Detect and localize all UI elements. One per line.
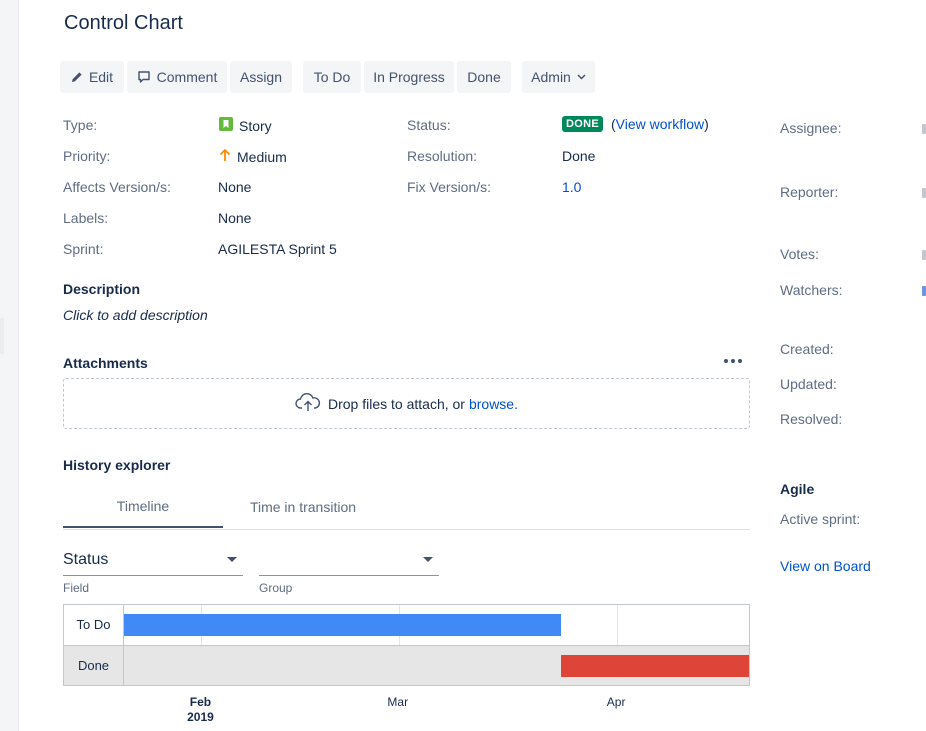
reporter-value-fragment bbox=[922, 188, 926, 198]
arrow-up-icon bbox=[219, 148, 231, 165]
affects-version-label: Affects Version/s: bbox=[63, 179, 171, 195]
active-sprint-label: Active sprint: bbox=[780, 511, 861, 527]
resolution-value: Done bbox=[562, 148, 596, 164]
history-explorer-heading: History explorer bbox=[63, 457, 171, 473]
caret-down-icon bbox=[227, 557, 237, 562]
admin-dropdown-button[interactable]: Admin bbox=[522, 61, 595, 93]
group-select[interactable] bbox=[259, 545, 439, 576]
status-timeline-chart: To Do Done bbox=[63, 604, 750, 686]
x-tick-label-2: Apr bbox=[606, 695, 626, 709]
sprint-label: Sprint: bbox=[63, 241, 104, 257]
field-select[interactable]: Status bbox=[63, 545, 243, 576]
field-select-value: Status bbox=[63, 551, 109, 568]
row-label-done: Done bbox=[77, 658, 110, 673]
watchers-label: Watchers: bbox=[780, 282, 843, 298]
created-label: Created: bbox=[780, 341, 834, 357]
edit-label: Edit bbox=[88, 69, 114, 85]
tab-time-in-transition[interactable]: Time in transition bbox=[238, 486, 368, 528]
agile-heading: Agile bbox=[780, 481, 815, 497]
type-label: Type: bbox=[63, 117, 98, 133]
affects-version-value[interactable]: None bbox=[218, 179, 251, 195]
attachment-dropzone[interactable]: Drop files to attach, or browse. bbox=[63, 378, 750, 429]
row-separator bbox=[64, 645, 749, 646]
priority-label: Priority: bbox=[63, 148, 111, 164]
x-tick-label-1: Mar bbox=[387, 695, 409, 709]
timeline-bar-to-do[interactable] bbox=[124, 614, 561, 636]
comment-button[interactable]: Comment bbox=[127, 61, 227, 93]
sprint-value[interactable]: AGILESTA Sprint 5 bbox=[218, 241, 337, 257]
in-progress-transition-button[interactable]: In Progress bbox=[364, 61, 454, 93]
fix-version-link[interactable]: 1.0 bbox=[562, 179, 581, 195]
description-heading: Description bbox=[63, 281, 141, 297]
page-title: Control Chart bbox=[64, 12, 183, 34]
history-tabs: Timeline Time in transition bbox=[63, 486, 750, 530]
priority-text: Medium bbox=[237, 148, 287, 165]
labels-value[interactable]: None bbox=[218, 210, 251, 226]
more-options-icon[interactable] bbox=[724, 354, 742, 368]
resolution-label: Resolution: bbox=[407, 148, 478, 164]
admin-label: Admin bbox=[531, 69, 571, 85]
todo-transition-button[interactable]: To Do bbox=[303, 61, 361, 93]
left-sidebar-strip bbox=[0, 0, 19, 731]
caret-down-icon bbox=[423, 557, 433, 562]
done-transition-button[interactable]: Done bbox=[457, 61, 511, 93]
x-tick-label-0: Feb 2019 bbox=[187, 695, 214, 724]
comment-label: Comment bbox=[156, 69, 218, 85]
edit-button[interactable]: Edit bbox=[60, 61, 124, 93]
pencil-icon bbox=[71, 71, 83, 83]
labels-label: Labels: bbox=[63, 210, 109, 226]
priority-value[interactable]: Medium bbox=[219, 148, 287, 165]
attachments-heading: Attachments bbox=[63, 355, 148, 371]
story-icon bbox=[219, 117, 233, 134]
tab-timeline[interactable]: Timeline bbox=[63, 486, 223, 528]
cloud-upload-icon bbox=[295, 392, 321, 415]
watchers-value-fragment bbox=[922, 286, 926, 296]
dropzone-text: Drop files to attach, or bbox=[328, 395, 465, 412]
updated-label: Updated: bbox=[780, 376, 837, 392]
status-value: DONE ( View workflow ) bbox=[562, 116, 709, 132]
status-badge: DONE bbox=[562, 116, 603, 132]
row-label-todo: To Do bbox=[76, 617, 111, 632]
view-workflow-link[interactable]: View workflow bbox=[616, 116, 704, 132]
assignee-label: Assignee: bbox=[780, 120, 842, 136]
description-placeholder[interactable]: Click to add description bbox=[63, 307, 208, 323]
votes-value-fragment bbox=[922, 250, 926, 260]
browse-link[interactable]: browse. bbox=[469, 396, 518, 412]
field-select-hint: Field bbox=[63, 581, 90, 595]
votes-label: Votes: bbox=[780, 246, 819, 262]
status-label: Status: bbox=[407, 117, 451, 133]
resolved-label: Resolved: bbox=[780, 411, 843, 427]
timeline-bar-done[interactable] bbox=[560, 655, 749, 677]
reporter-label: Reporter: bbox=[780, 184, 839, 200]
sidebar-collapse-handle[interactable] bbox=[0, 318, 4, 354]
assignee-value-fragment bbox=[922, 124, 926, 134]
fix-version-label: Fix Version/s: bbox=[407, 179, 492, 195]
paren-close: ) bbox=[704, 116, 709, 132]
type-text: Story bbox=[239, 117, 272, 134]
comment-icon bbox=[137, 70, 151, 84]
view-on-board-link[interactable]: View on Board bbox=[780, 558, 871, 574]
assign-button[interactable]: Assign bbox=[230, 61, 292, 93]
type-value[interactable]: Story bbox=[219, 117, 272, 134]
group-select-hint: Group bbox=[259, 581, 293, 595]
chevron-down-icon bbox=[577, 74, 586, 80]
